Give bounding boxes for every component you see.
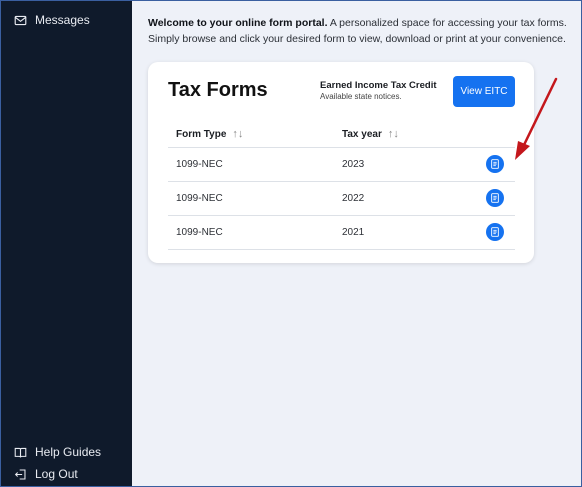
welcome-message: Welcome to your online form portal. A pe… <box>148 15 571 47</box>
form-type-cell: 1099-NEC <box>176 227 223 238</box>
sidebar-item-label: Help Guides <box>35 445 102 459</box>
sidebar-item-label: Log Out <box>35 467 78 481</box>
column-header-label: Form Type <box>176 128 227 140</box>
table-row: 1099-NEC 2023 <box>168 147 515 181</box>
eitc-info: Earned Income Tax Credit Available state… <box>320 80 450 101</box>
app-window: Messages Help Guides Log Out Welcome to … <box>0 0 582 487</box>
view-eitc-button[interactable]: View EITC <box>453 76 515 107</box>
tax-year-cell: 2023 <box>342 159 365 170</box>
welcome-heading: Welcome to your online form portal. <box>148 17 328 29</box>
document-icon[interactable] <box>486 189 504 207</box>
eitc-subtitle: Available state notices. <box>320 92 402 101</box>
sidebar-item-label: Messages <box>35 13 90 27</box>
eitc-title: Earned Income Tax Credit <box>320 80 437 91</box>
table-header: Form Type ↑↓ Tax year ↑↓ <box>176 128 514 148</box>
tax-year-cell: 2022 <box>342 193 365 204</box>
sort-icon: ↑↓ <box>232 128 244 140</box>
forms-table-body: 1099-NEC 2023 1099-NEC 2022 1099-NEC 202… <box>168 147 515 250</box>
envelope-icon <box>13 13 27 27</box>
table-row: 1099-NEC 2021 <box>168 215 515 250</box>
tax-forms-card: Tax Forms Earned Income Tax Credit Avail… <box>148 62 534 263</box>
column-header-tax-year[interactable]: Tax year ↑↓ <box>342 128 399 140</box>
sidebar-item-messages[interactable]: Messages <box>1 10 132 30</box>
column-header-form-type[interactable]: Form Type ↑↓ <box>176 128 243 140</box>
column-header-label: Tax year <box>342 128 382 140</box>
sort-icon: ↑↓ <box>387 128 399 140</box>
sidebar-item-help-guides[interactable]: Help Guides <box>1 442 132 462</box>
table-row: 1099-NEC 2022 <box>168 181 515 215</box>
main-content: Welcome to your online form portal. A pe… <box>132 1 581 486</box>
document-icon[interactable] <box>486 155 504 173</box>
card-title: Tax Forms <box>168 79 268 101</box>
document-icon[interactable] <box>486 223 504 241</box>
logout-icon <box>13 467 27 481</box>
form-type-cell: 1099-NEC <box>176 159 223 170</box>
tax-year-cell: 2021 <box>342 227 365 238</box>
book-icon <box>13 445 27 459</box>
sidebar: Messages Help Guides Log Out <box>1 1 132 486</box>
sidebar-item-log-out[interactable]: Log Out <box>1 464 132 484</box>
form-type-cell: 1099-NEC <box>176 193 223 204</box>
